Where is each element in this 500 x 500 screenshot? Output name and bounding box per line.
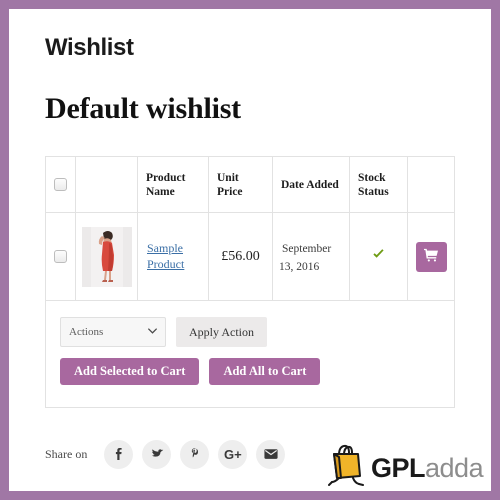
page-frame: Wishlist Default wishlist Product Name U…: [0, 0, 500, 500]
thumbnail-header: [75, 156, 138, 214]
stock-status-cell: [349, 212, 408, 302]
product-name-header: Product Name: [137, 156, 209, 214]
bulk-actions-controls: Actions Apply Action: [60, 317, 440, 348]
table-body: Sample Product £56.00 September 13, 2016: [45, 212, 455, 302]
select-all-header: [45, 156, 76, 214]
brand-wordmark: GPLadda: [371, 453, 484, 483]
brand-name-bold: GPL: [371, 453, 426, 483]
table-row: Sample Product £56.00 September 13, 2016: [45, 212, 455, 302]
twitter-icon: [150, 447, 164, 463]
product-thumbnail-cell: [75, 212, 138, 302]
table-footer: Actions Apply Action Add Selected to Car…: [45, 300, 455, 409]
page-title: Wishlist: [45, 34, 134, 61]
share-google-plus-button[interactable]: G+: [218, 440, 248, 470]
page-content: Wishlist Default wishlist Product Name U…: [9, 9, 491, 491]
bulk-actions-row: Actions Apply Action Add Selected to Car…: [45, 300, 455, 409]
add-selected-to-cart-button[interactable]: Add Selected to Cart: [60, 358, 200, 386]
unit-price-header: Unit Price: [208, 156, 273, 214]
brand-name-light: adda: [425, 453, 484, 483]
unit-price-cell: £56.00: [208, 212, 273, 302]
shopping-cart-icon: [424, 248, 438, 265]
google-plus-icon: G+: [223, 447, 242, 463]
date-added-cell: September 13, 2016: [272, 212, 350, 302]
select-all-checkbox[interactable]: [54, 178, 67, 192]
share-twitter-button[interactable]: [142, 440, 172, 470]
row-action-cell: [407, 212, 455, 302]
unit-price-value: £56.00: [221, 248, 260, 264]
chevron-down-icon: [148, 326, 157, 336]
apply-action-button[interactable]: Apply Action: [176, 317, 267, 348]
cart-buttons-row: Add Selected to Cart Add All to Cart: [60, 358, 440, 386]
table-header-row: Product Name Unit Price Date Added Stock…: [45, 156, 455, 214]
share-pinterest-button[interactable]: [180, 440, 210, 470]
bulk-actions-cell: Actions Apply Action Add Selected to Car…: [45, 300, 455, 409]
date-added-header: Date Added: [272, 156, 350, 214]
share-label: Share on: [45, 447, 88, 462]
wishlist-table: Product Name Unit Price Date Added Stock…: [45, 156, 455, 409]
share-email-button[interactable]: [256, 440, 286, 470]
actions-header: [407, 156, 455, 214]
table-header: Product Name Unit Price Date Added Stock…: [45, 156, 455, 214]
product-thumbnail[interactable]: [82, 226, 132, 287]
share-facebook-button[interactable]: [104, 440, 134, 470]
shopping-bag-icon: [325, 443, 369, 494]
wishlist-name-heading: Default wishlist: [45, 92, 241, 126]
actions-select-value: Actions: [69, 326, 104, 339]
add-all-to-cart-button[interactable]: Add All to Cart: [209, 358, 321, 386]
row-select-cell: [45, 212, 76, 302]
brand-logo[interactable]: GPLadda: [325, 443, 484, 494]
actions-select[interactable]: Actions: [60, 317, 166, 348]
product-name-cell: Sample Product: [137, 212, 209, 302]
stock-status-header: Stock Status: [349, 156, 408, 214]
row-select-checkbox[interactable]: [54, 250, 67, 264]
pinterest-icon: [188, 447, 202, 463]
email-icon: [264, 447, 278, 463]
add-to-cart-button[interactable]: [415, 241, 447, 272]
check-icon: [372, 249, 385, 264]
share-icon-list: G+: [104, 440, 286, 470]
date-added-value: September 13, 2016: [279, 242, 332, 273]
facebook-icon: [112, 447, 126, 463]
product-name-link[interactable]: Sample Product: [147, 240, 202, 272]
